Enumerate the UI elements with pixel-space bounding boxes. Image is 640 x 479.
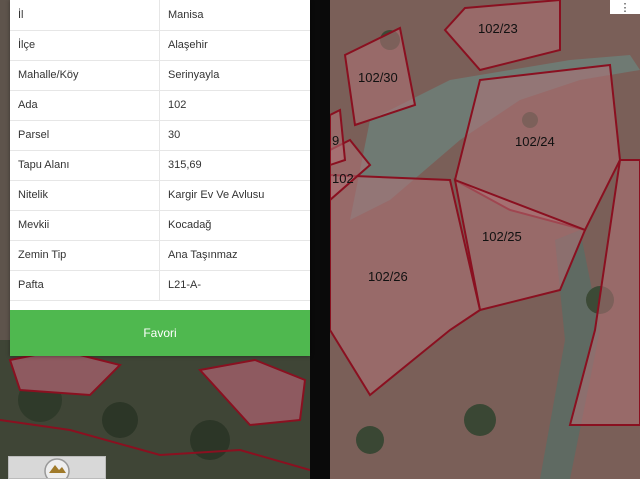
- screenshot-stage: 102/23 102/30 102/24 102/25 102/26 102 9…: [0, 0, 640, 479]
- right-map-svg: 102/23 102/30 102/24 102/25 102/26 102 9: [330, 0, 640, 479]
- info-value: Alaşehir: [168, 39, 208, 51]
- info-value: Serinyayla: [168, 69, 220, 81]
- parcel-label: 9: [332, 133, 339, 148]
- watermark-logo: [8, 456, 106, 479]
- info-key: Zemin Tip: [10, 240, 160, 270]
- parcel-label: 102/23: [478, 21, 518, 36]
- info-row-ilce: İlçe Alaşehir: [10, 30, 310, 61]
- info-value: Ana Taşınmaz: [168, 249, 238, 261]
- parcel-label: 102/26: [368, 269, 408, 284]
- info-key: İl: [10, 0, 160, 30]
- info-value: Manisa: [168, 9, 204, 21]
- info-row-mahalle: Mahalle/Köy Serinyayla: [10, 60, 310, 91]
- info-row-mevkii: Mevkii Kocadağ: [10, 210, 310, 241]
- split-divider: [310, 0, 330, 479]
- info-key: Tapu Alanı: [10, 150, 160, 180]
- info-row-il: İl Manisa: [10, 0, 310, 31]
- info-row-pafta: Pafta L21-A-: [10, 270, 310, 301]
- info-value: Kargir Ev Ve Avlusu: [168, 189, 265, 201]
- parcel-label: 102/25: [482, 229, 522, 244]
- info-row-parsel: Parsel 30: [10, 120, 310, 151]
- info-key: Mahalle/Köy: [10, 60, 160, 90]
- info-row-ada: Ada 102: [10, 90, 310, 121]
- info-value: 315,69: [168, 159, 202, 171]
- info-key: Nitelik: [10, 180, 160, 210]
- parcel-info-panel: İl Manisa İlçe Alaşehir Mahalle/Köy Seri…: [10, 0, 310, 356]
- info-row-nitelik: Nitelik Kargir Ev Ve Avlusu: [10, 180, 310, 211]
- info-key: Mevkii: [10, 210, 160, 240]
- info-row-tapu-alani: Tapu Alanı 315,69: [10, 150, 310, 181]
- info-key: Pafta: [10, 270, 160, 300]
- info-value: 30: [168, 129, 181, 141]
- info-key: Ada: [10, 90, 160, 120]
- info-value: L21-A-: [168, 279, 202, 291]
- parcel-label: 102/30: [358, 70, 398, 85]
- info-row-zemin-tip: Zemin Tip Ana Taşınmaz: [10, 240, 310, 271]
- parcel-label: 102/24: [515, 134, 555, 149]
- info-key: Parsel: [10, 120, 160, 150]
- right-satellite-map[interactable]: 102/23 102/30 102/24 102/25 102/26 102 9: [330, 0, 640, 479]
- parcel-label: 102: [332, 171, 354, 186]
- more-icon[interactable]: ⋮: [610, 0, 640, 14]
- favorite-button[interactable]: Favori: [10, 310, 310, 356]
- info-value: Kocadağ: [168, 219, 212, 231]
- logo-icon: [44, 458, 70, 478]
- info-key: İlçe: [10, 30, 160, 60]
- info-value: 102: [168, 99, 187, 111]
